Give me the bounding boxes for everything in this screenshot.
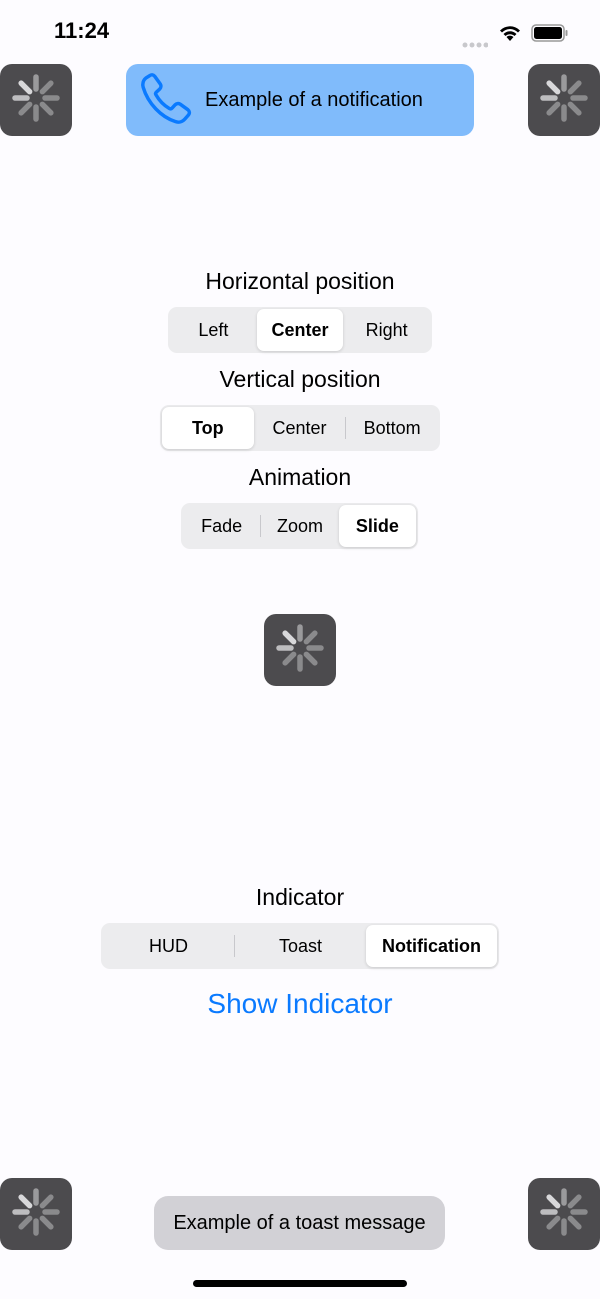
notification-text: Example of a notification bbox=[205, 89, 423, 111]
signal-icon bbox=[462, 36, 489, 54]
segment-top[interactable]: Top bbox=[162, 407, 254, 449]
toast-message: Example of a toast message bbox=[154, 1196, 445, 1250]
show-indicator-button[interactable]: Show Indicator bbox=[0, 988, 600, 1020]
segment-center[interactable]: Center bbox=[254, 407, 346, 449]
vertical-segmented[interactable]: Top Center Bottom bbox=[160, 405, 440, 451]
spinner-icon bbox=[274, 622, 326, 679]
hud-bottom-right bbox=[528, 1178, 600, 1250]
segment-left[interactable]: Left bbox=[170, 309, 257, 351]
indicator-segmented[interactable]: HUD Toast Notification bbox=[101, 923, 499, 969]
animation-title: Animation bbox=[248, 464, 352, 490]
segment-center[interactable]: Center bbox=[256, 309, 344, 351]
segment-bottom[interactable]: Bottom bbox=[346, 407, 438, 449]
segment-hud[interactable]: HUD bbox=[103, 925, 234, 967]
hud-bottom-left bbox=[0, 1178, 72, 1250]
horizontal-segmented[interactable]: Left Center Right bbox=[168, 307, 432, 353]
hud-top-right bbox=[528, 64, 600, 136]
segment-slide[interactable]: Slide bbox=[338, 505, 416, 547]
animation-segmented[interactable]: Fade Zoom Slide bbox=[181, 503, 418, 549]
home-indicator[interactable] bbox=[193, 1280, 407, 1287]
horizontal-title: Horizontal position bbox=[205, 268, 395, 294]
segment-right[interactable]: Right bbox=[343, 309, 430, 351]
notification-banner[interactable]: Example of a notification bbox=[126, 64, 474, 136]
vertical-title: Vertical position bbox=[219, 366, 381, 392]
spinner-icon bbox=[538, 1186, 590, 1243]
spinner-icon bbox=[538, 72, 590, 129]
wifi-icon bbox=[498, 24, 522, 47]
indicator-title: Indicator bbox=[255, 884, 345, 910]
spinner-icon bbox=[10, 1186, 62, 1243]
status-time: 11:24 bbox=[54, 18, 110, 43]
battery-icon bbox=[531, 24, 569, 47]
segment-fade[interactable]: Fade bbox=[183, 505, 260, 547]
segment-notification[interactable]: Notification bbox=[366, 925, 497, 967]
hud-center bbox=[264, 614, 336, 686]
spinner-icon bbox=[10, 72, 62, 129]
hud-top-left bbox=[0, 64, 72, 136]
segment-zoom[interactable]: Zoom bbox=[261, 505, 338, 547]
phone-icon bbox=[132, 68, 196, 139]
segment-toast[interactable]: Toast bbox=[235, 925, 366, 967]
